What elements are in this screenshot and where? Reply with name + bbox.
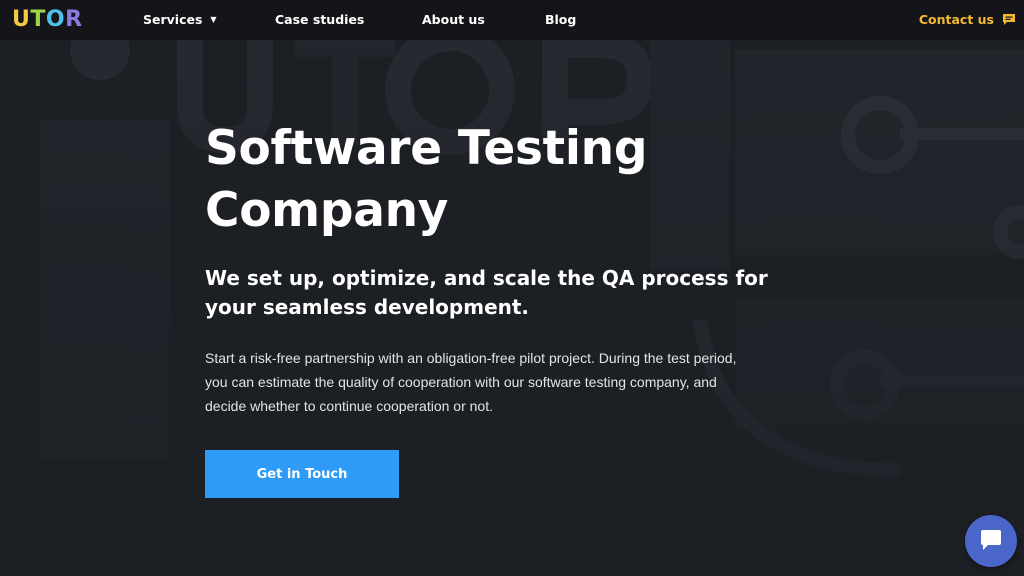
hero-subtitle: We set up, optimize, and scale the QA pr…: [205, 266, 768, 319]
nav-case-studies-label: Case studies: [275, 12, 365, 27]
chat-icon[interactable]: [1002, 13, 1016, 26]
chat-bubble-icon: [981, 530, 1001, 550]
get-in-touch-button[interactable]: Get in Touch: [205, 450, 399, 498]
logo-letter-r: R: [65, 7, 83, 32]
nav-blog-label: Blog: [545, 12, 577, 27]
nav-blog[interactable]: Blog: [545, 12, 576, 27]
utor-logo[interactable]: U T O R: [12, 7, 83, 32]
logo-letter-t: T: [30, 7, 46, 32]
page-title: Software Testing Company: [205, 118, 825, 242]
contact-us-label: Contact us: [918, 12, 994, 27]
chat-widget-button[interactable]: [965, 515, 1017, 567]
page-title-line-1: Software Testing: [205, 121, 648, 176]
nav-case-studies[interactable]: Case studies: [275, 12, 364, 27]
nav-services-label: Services: [143, 12, 203, 27]
caret-down-icon: ▼: [210, 15, 217, 24]
hero-section: Software Testing Company We set up, opti…: [205, 118, 825, 418]
logo-letter-o: O: [45, 7, 66, 32]
top-navigation-bar: U T O R Services ▼ Case studies About us …: [0, 0, 1024, 40]
hero-description: Start a risk-free partnership with an ob…: [205, 350, 737, 414]
page-title-line-2: Company: [205, 183, 449, 238]
logo-letter-u: U: [12, 7, 31, 32]
nav-about-us[interactable]: About us: [422, 12, 485, 27]
nav-about-us-label: About us: [422, 12, 485, 27]
nav-services[interactable]: Services ▼: [143, 12, 217, 27]
contact-us-link[interactable]: Contact us: [919, 12, 994, 27]
